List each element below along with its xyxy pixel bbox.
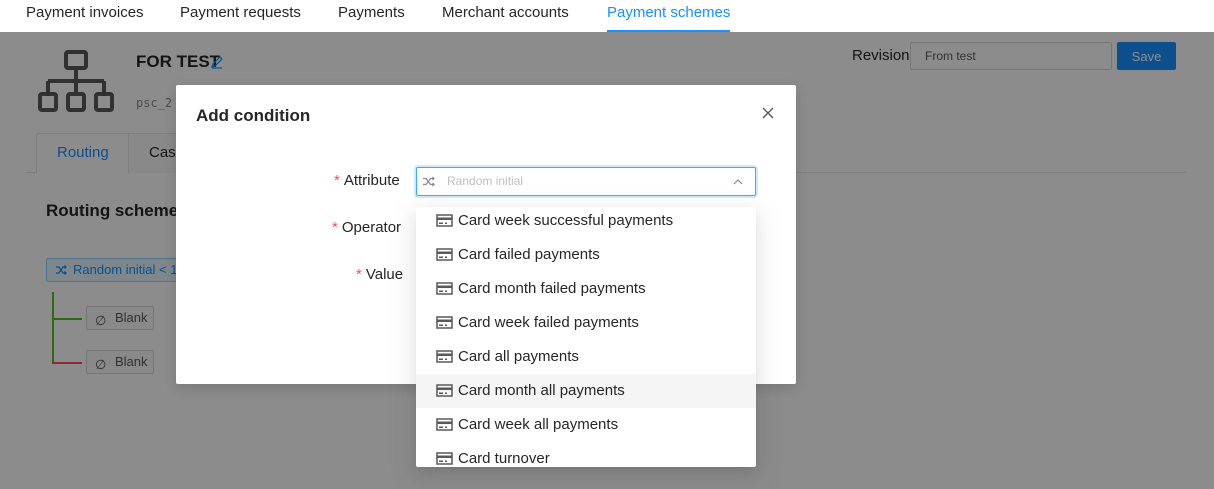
credit-card-icon bbox=[436, 350, 453, 363]
dropdown-item[interactable]: Card month all payments bbox=[416, 374, 756, 408]
attribute-select[interactable]: Random initial bbox=[416, 167, 756, 196]
dropdown-item[interactable]: Card all payments bbox=[416, 340, 756, 374]
tab-payment-requests[interactable]: Payment requests bbox=[180, 0, 301, 32]
dropdown-item[interactable]: Card week successful payments bbox=[416, 207, 756, 238]
dropdown-item[interactable]: Card month failed payments bbox=[416, 272, 756, 306]
chevron-up-icon bbox=[733, 179, 743, 185]
attribute-label: * Attribute bbox=[334, 172, 400, 189]
shuffle-icon bbox=[423, 176, 435, 187]
credit-card-icon bbox=[436, 282, 453, 295]
tab-payment-schemes[interactable]: Payment schemes bbox=[607, 0, 731, 32]
dropdown-item[interactable]: Card failed payments bbox=[416, 238, 756, 272]
modal-title: Add condition bbox=[196, 106, 311, 125]
dropdown-item[interactable]: Card week failed payments bbox=[416, 306, 756, 340]
credit-card-icon bbox=[436, 384, 453, 397]
tab-merchant-accounts[interactable]: Merchant accounts bbox=[442, 0, 569, 32]
close-icon[interactable] bbox=[760, 105, 776, 121]
credit-card-icon bbox=[436, 452, 453, 465]
attribute-placeholder: Random initial bbox=[447, 174, 524, 188]
operator-label: * Operator bbox=[332, 219, 402, 236]
dropdown-item[interactable]: Card turnover bbox=[416, 442, 756, 467]
top-navigation: Payment invoices Payment requests Paymen… bbox=[0, 0, 1214, 32]
tab-payments[interactable]: Payments bbox=[338, 0, 405, 32]
value-label: * Value bbox=[356, 266, 404, 283]
credit-card-icon bbox=[436, 418, 453, 431]
tab-payment-invoices[interactable]: Payment invoices bbox=[26, 0, 144, 32]
credit-card-icon bbox=[436, 248, 453, 261]
dropdown-item[interactable]: Card week all payments bbox=[416, 408, 756, 442]
credit-card-icon bbox=[436, 214, 453, 227]
credit-card-icon bbox=[436, 316, 453, 329]
attribute-dropdown: Card week successful payments Card faile… bbox=[416, 207, 756, 467]
